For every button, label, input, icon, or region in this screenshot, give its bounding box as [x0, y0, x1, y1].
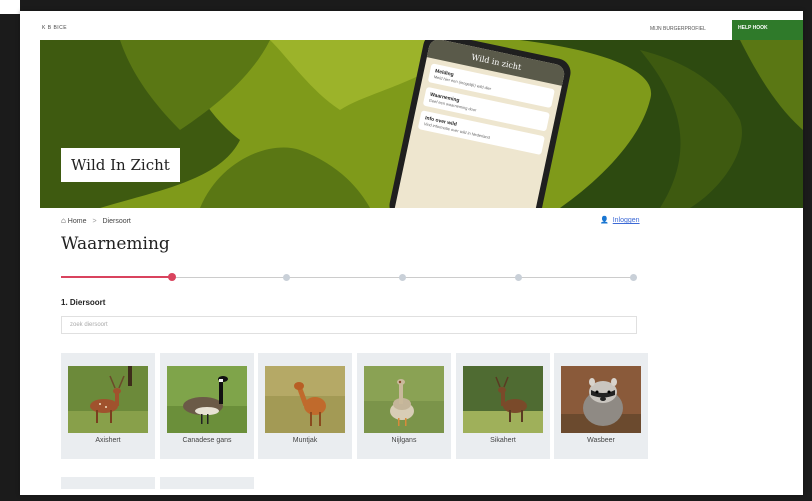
- animal-tile-placeholder: [160, 477, 254, 489]
- animal-tile-nijlgans[interactable]: Nijlgans: [357, 353, 451, 459]
- sika-deer-photo: [463, 366, 543, 433]
- login-link[interactable]: 👤 Inloggen: [600, 216, 640, 224]
- species-search-input[interactable]: zoek diersoort: [61, 316, 637, 334]
- step-dot-5[interactable]: [630, 274, 637, 281]
- step-dot-2[interactable]: [283, 274, 290, 281]
- animal-name: Nijlgans: [391, 437, 417, 444]
- home-icon[interactable]: ⌂: [61, 216, 66, 225]
- animal-tile-canadese-gans[interactable]: Canadese gans: [160, 353, 254, 459]
- canada-goose-photo: [167, 366, 247, 433]
- user-icon: 👤: [600, 217, 609, 224]
- animal-name: Wasbeer: [587, 437, 615, 444]
- animal-tile-sikahert[interactable]: Sikahert: [456, 353, 550, 459]
- profile-link[interactable]: MIJN BURGERPROFIEL: [650, 26, 706, 32]
- hero-title: Wild In Zicht: [61, 148, 180, 182]
- raccoon-photo: [561, 366, 641, 433]
- animal-name: Axishert: [95, 437, 121, 444]
- breadcrumb-home[interactable]: Home: [68, 218, 87, 225]
- section-label: 1. Diersoort: [61, 298, 106, 307]
- phone-screen: Wild in zicht Melding Meld hier een (mog…: [392, 40, 566, 208]
- breadcrumb-separator: >: [92, 218, 97, 225]
- browser-viewport: K B BICE MIJN BURGERPROFIEL HELP HOOK Wi…: [20, 11, 803, 495]
- login-label[interactable]: Inloggen: [613, 217, 640, 224]
- progress-stepper: [61, 273, 637, 283]
- muntjac-photo: [265, 366, 345, 433]
- animal-tile-wasbeer[interactable]: Wasbeer: [554, 353, 648, 459]
- animal-name: Canadese gans: [182, 437, 232, 444]
- animal-tile-muntjak[interactable]: Muntjak: [258, 353, 352, 459]
- hero-banner: Wild in zicht Melding Meld hier een (mog…: [40, 40, 803, 208]
- animal-tile-placeholder: [61, 477, 155, 489]
- egyptian-goose-photo: [364, 366, 444, 433]
- help-button[interactable]: HELP HOOK: [732, 20, 803, 40]
- stepper-progress: [61, 276, 172, 278]
- animal-name: Muntjak: [292, 437, 318, 444]
- screen-corner: [0, 0, 20, 14]
- breadcrumb: ⌂ Home > Diersoort: [61, 216, 131, 225]
- step-dot-4[interactable]: [515, 274, 522, 281]
- site-brand-text: K B BICE: [42, 25, 68, 31]
- axis-deer-photo: [68, 366, 148, 433]
- breadcrumb-current: Diersoort: [102, 218, 131, 225]
- page-title: Waarneming: [61, 234, 170, 254]
- top-bar: K B BICE MIJN BURGERPROFIEL HELP HOOK: [20, 11, 803, 41]
- step-dot-1[interactable]: [168, 273, 176, 281]
- animal-name: Sikahert: [490, 437, 516, 444]
- animal-tile-axishert[interactable]: Axishert: [61, 353, 155, 459]
- step-dot-3[interactable]: [399, 274, 406, 281]
